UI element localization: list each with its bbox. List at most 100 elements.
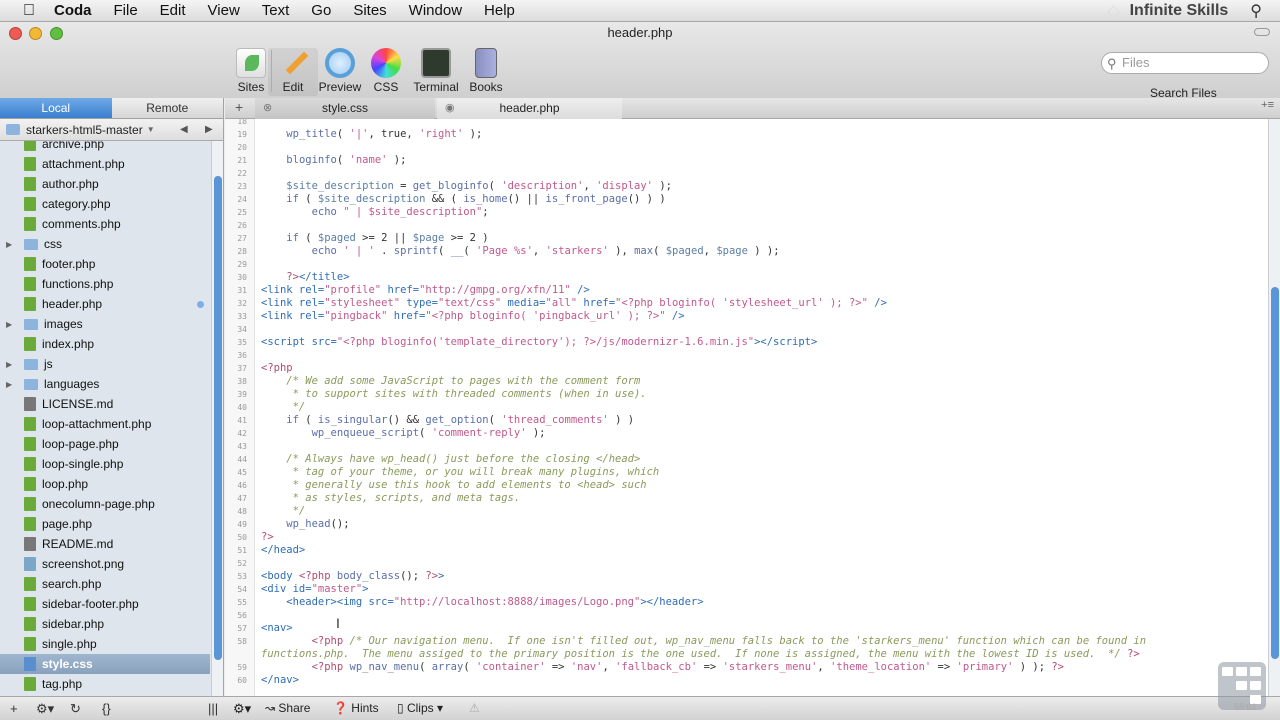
editor-scrollbar[interactable]: [1268, 119, 1280, 696]
file-item[interactable]: archive.php: [0, 141, 210, 154]
file-item[interactable]: single.php: [0, 634, 210, 654]
folder-item[interactable]: ▶ languages: [0, 374, 210, 394]
folder-item[interactable]: ▶ images: [0, 314, 210, 334]
code-line[interactable]: */: [261, 505, 306, 518]
folder-item[interactable]: ▶ js: [0, 354, 210, 374]
code-line[interactable]: <nav>: [261, 622, 293, 635]
code-line[interactable]: * to support sites with threaded comment…: [261, 388, 647, 401]
code-line[interactable]: wp_enqueue_script( 'comment-reply' );: [261, 427, 546, 440]
code-line[interactable]: if ( $site_description && ( is_home() ||…: [261, 193, 665, 206]
code-line[interactable]: <body <?php body_class(); ?>>: [261, 570, 444, 583]
warning-icon[interactable]: ⚠: [469, 701, 480, 715]
code-line[interactable]: $site_description = get_bloginfo( 'descr…: [261, 180, 672, 193]
code-line[interactable]: * generally use this hook to add element…: [261, 479, 647, 492]
code-line[interactable]: <?php wp_nav_menu( array( 'container' =>…: [261, 661, 1064, 674]
menu-text[interactable]: Text: [262, 2, 290, 19]
tab-local[interactable]: Local: [0, 98, 112, 118]
code-line[interactable]: </head>: [261, 544, 305, 557]
code-line[interactable]: if ( is_singular() && get_option( 'threa…: [261, 414, 634, 427]
sidebar-scrollbar[interactable]: [211, 141, 223, 696]
editor-gear-icon[interactable]: ⚙▾: [233, 701, 251, 717]
file-item[interactable]: README.md: [0, 534, 210, 554]
tab-remote[interactable]: Remote: [111, 98, 223, 118]
sidebar-scroll-thumb[interactable]: [214, 176, 222, 660]
file-item[interactable]: search.php: [0, 574, 210, 594]
code-line[interactable]: wp_head();: [261, 518, 349, 531]
code-line[interactable]: bloginfo( 'name' );: [261, 154, 406, 167]
path-dropdown-icon[interactable]: ▼: [147, 125, 155, 134]
code-line[interactable]: ?>: [261, 531, 274, 544]
file-item[interactable]: tag.php: [0, 674, 210, 694]
code-line[interactable]: <div id="master">: [261, 583, 368, 596]
file-item[interactable]: category.php: [0, 194, 210, 214]
files-search-input[interactable]: ⚲ Files: [1101, 52, 1269, 74]
edit-button[interactable]: Edit: [268, 48, 318, 96]
code-editor[interactable]: 18 19 20 21 22 23 24 25 26 27 28 29 30 31 32 33 34 35 36 37…: [225, 119, 1268, 696]
menu-go[interactable]: Go: [311, 2, 331, 19]
new-tab-button[interactable]: +: [235, 99, 243, 115]
file-item[interactable]: screenshot.png: [0, 554, 210, 574]
folder-item[interactable]: ▶ css: [0, 234, 210, 254]
code-line[interactable]: echo ' | ' . sprintf( __( 'Page %s', 'st…: [261, 245, 780, 258]
file-item[interactable]: loop.php: [0, 474, 210, 494]
code-line[interactable]: */: [261, 401, 306, 414]
code-line[interactable]: <script src="<?php bloginfo('template_di…: [261, 336, 817, 349]
code-line[interactable]: /* We add some JavaScript to pages with …: [261, 375, 640, 388]
css-button[interactable]: CSS: [361, 48, 411, 94]
apple-icon[interactable]: : [18, 2, 40, 20]
tab-header-php[interactable]: ◉ header.php: [437, 98, 622, 119]
file-item[interactable]: attachment.php: [0, 154, 210, 174]
code-line[interactable]: wp_title( '|', true, 'right' );: [261, 128, 482, 141]
file-item[interactable]: functions.php: [0, 274, 210, 294]
hints-button[interactable]: ❓ Hints: [333, 701, 379, 715]
menu-edit[interactable]: Edit: [160, 2, 186, 19]
spotlight-search-icon[interactable]: ⚲: [1250, 1, 1262, 21]
terminal-button[interactable]: Terminal: [411, 48, 461, 94]
disclosure-triangle-icon[interactable]: ▶: [6, 380, 12, 389]
split-editor-icon[interactable]: +≡: [1261, 99, 1274, 111]
file-item[interactable]: header.php: [0, 294, 210, 314]
menu-help[interactable]: Help: [484, 2, 515, 19]
preview-button[interactable]: Preview: [315, 48, 365, 94]
close-tab-icon[interactable]: ⊗: [263, 98, 272, 119]
menu-view[interactable]: View: [208, 2, 240, 19]
code-line[interactable]: /* Always have wp_head() just before the…: [261, 453, 640, 466]
menu-file[interactable]: File: [114, 2, 138, 19]
braces-icon[interactable]: {}: [102, 701, 111, 716]
file-item[interactable]: comments.php: [0, 214, 210, 234]
sidebar-resize-handle[interactable]: |||: [208, 701, 218, 716]
menu-app[interactable]: Coda: [54, 2, 92, 19]
clips-button[interactable]: ▯ Clips ▾: [397, 701, 443, 715]
disclosure-triangle-icon[interactable]: ▶: [6, 360, 12, 369]
code-line[interactable]: * as styles, scripts, and meta tags.: [261, 492, 521, 505]
file-item[interactable]: index.php: [0, 334, 210, 354]
code-line[interactable]: echo " | $site_description";: [261, 206, 489, 219]
file-item[interactable]: LICENSE.md: [0, 394, 210, 414]
code-line[interactable]: <link rel="profile" href="http://gmpg.or…: [261, 284, 590, 297]
code-line[interactable]: functions.php. The menu assiged to the p…: [261, 648, 1140, 661]
code-line[interactable]: <?php: [261, 362, 293, 375]
code-line[interactable]: <link rel="stylesheet" type="text/css" m…: [261, 297, 887, 310]
close-tab-icon[interactable]: ◉: [445, 98, 455, 119]
file-item[interactable]: sidebar.php: [0, 614, 210, 634]
action-gear-icon[interactable]: ⚙▾: [36, 701, 54, 717]
code-line[interactable]: ?></title>: [261, 271, 349, 284]
code-line[interactable]: if ( $paged >= 2 || $page >= 2 ): [261, 232, 488, 245]
tab-style-css[interactable]: ⊗ style.css: [255, 98, 435, 119]
file-item[interactable]: author.php: [0, 174, 210, 194]
back-arrow-icon[interactable]: ◀: [180, 124, 188, 135]
file-item[interactable]: onecolumn-page.php: [0, 494, 210, 514]
file-item[interactable]: loop-single.php: [0, 454, 210, 474]
books-button[interactable]: Books: [461, 48, 511, 94]
add-file-button[interactable]: +: [10, 701, 18, 716]
fullscreen-toggle[interactable]: [1254, 28, 1270, 36]
code-line[interactable]: <link rel="pingback" href="<?php bloginf…: [261, 310, 685, 323]
file-item[interactable]: sidebar-footer.php: [0, 594, 210, 614]
publish-icon[interactable]: ↻: [70, 701, 81, 717]
disclosure-triangle-icon[interactable]: ▶: [6, 320, 12, 329]
file-item[interactable]: loop-attachment.php: [0, 414, 210, 434]
code-line[interactable]: * tag of your theme, or you will break m…: [261, 466, 660, 479]
forward-arrow-icon[interactable]: ▶: [205, 124, 213, 135]
file-item[interactable]: loop-page.php: [0, 434, 210, 454]
disclosure-triangle-icon[interactable]: ▶: [6, 240, 12, 249]
